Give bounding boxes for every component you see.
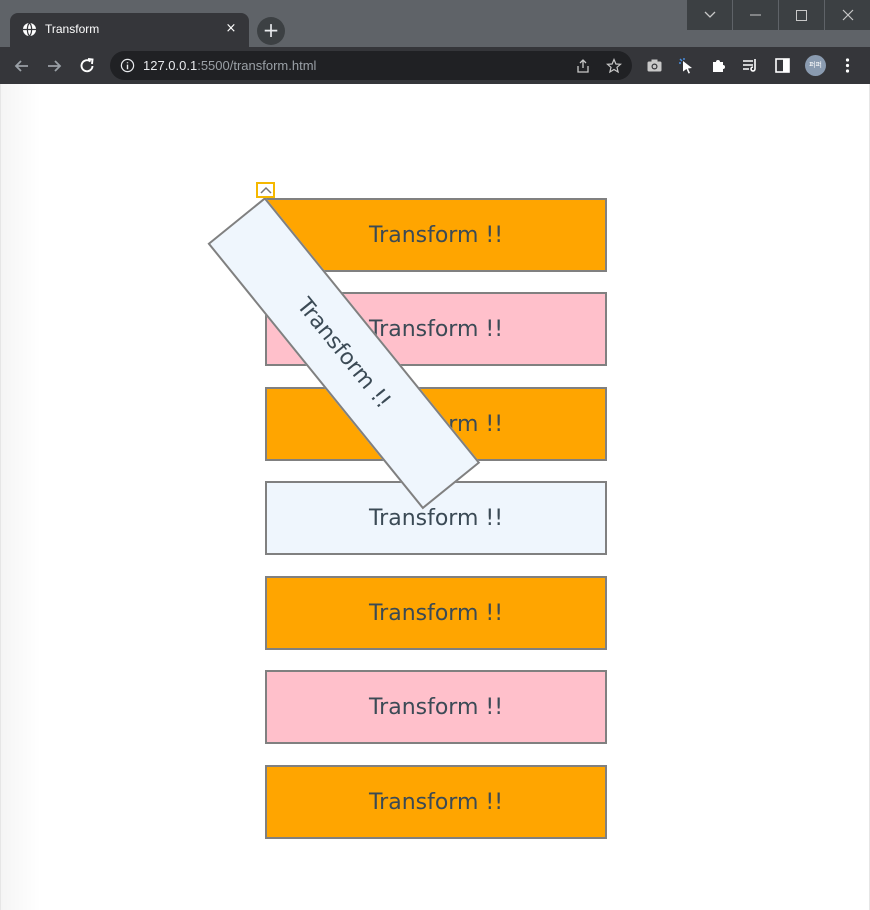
url-host: 127.0.0.1 <box>143 58 198 73</box>
close-window-button[interactable] <box>824 0 870 30</box>
page-viewport: Transform !! Transform !! Transform !! T… <box>0 84 870 910</box>
share-icon[interactable] <box>575 58 591 74</box>
new-tab-button[interactable]: + <box>257 17 285 45</box>
transform-box-5: Transform !! <box>265 576 607 650</box>
browser-titlebar: Transform × + <box>0 0 870 47</box>
chevron-down-icon <box>704 11 715 18</box>
address-bar[interactable]: 127.0.0.1:5500/transform.html <box>110 51 632 80</box>
camera-icon[interactable] <box>646 57 663 74</box>
forward-arrow-icon[interactable] <box>44 56 64 76</box>
transform-box-6: Transform !! <box>265 670 607 744</box>
maximize-icon <box>796 9 807 21</box>
globe-icon <box>22 22 37 37</box>
chevron-up-icon <box>260 186 272 194</box>
minimize-icon <box>750 14 761 16</box>
tab-search-button[interactable] <box>686 0 732 30</box>
star-icon[interactable] <box>606 58 622 74</box>
info-icon[interactable] <box>120 58 135 73</box>
close-icon <box>842 9 853 21</box>
browser-toolbar: 127.0.0.1:5500/transform.html 퍼퍼 <box>0 47 870 84</box>
browser-tab[interactable]: Transform × <box>10 13 249 47</box>
cursor-icon[interactable] <box>678 57 695 74</box>
menu-dots-icon[interactable] <box>839 57 856 74</box>
reading-list-icon[interactable] <box>742 57 759 74</box>
side-panel-icon[interactable] <box>774 57 791 74</box>
tab-title: Transform <box>45 22 100 36</box>
transform-origin-marker <box>256 182 275 198</box>
reload-icon[interactable] <box>77 56 97 76</box>
minimize-button[interactable] <box>732 0 778 30</box>
tab-close-icon[interactable]: × <box>223 21 239 37</box>
extensions-puzzle-icon[interactable] <box>710 57 727 74</box>
transform-box-7: Transform !! <box>265 765 607 839</box>
url-path: :5500/transform.html <box>197 58 317 73</box>
page-shadow <box>1 84 41 910</box>
url-text: 127.0.0.1:5500/transform.html <box>143 58 316 73</box>
back-arrow-icon[interactable] <box>12 56 32 76</box>
profile-avatar[interactable]: 퍼퍼 <box>805 55 826 76</box>
window-controls <box>686 0 870 30</box>
maximize-button[interactable] <box>778 0 824 30</box>
